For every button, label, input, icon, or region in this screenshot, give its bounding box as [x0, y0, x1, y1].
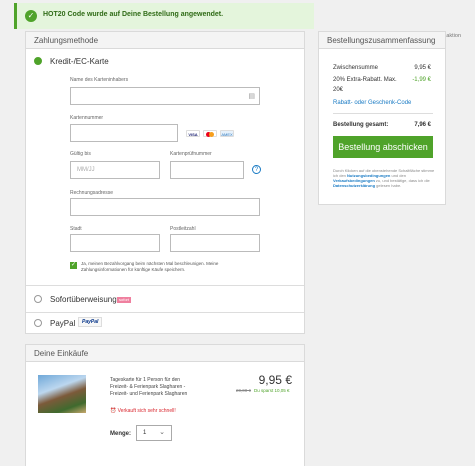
purchases-panel: Deine Einkäufe Tageskarte für 1 Person f…: [25, 344, 305, 466]
banner-message: HOT20 Code wurde auf Deine Bestellung an…: [43, 11, 224, 18]
subtotal-value: 9,95 €: [414, 65, 431, 71]
discount-label: 20% Extra-Rabatt. Max.: [333, 77, 397, 83]
old-price: 20,00 €: [236, 388, 252, 393]
sofort-logo: sofort: [117, 297, 132, 303]
amex-logo: AMEX: [220, 130, 234, 137]
savings: Du sparst 10,05 €: [254, 388, 290, 393]
product-image[interactable]: [38, 375, 86, 413]
subtotal-label: Zwischensumme: [333, 65, 379, 71]
card-number-input[interactable]: [70, 124, 178, 142]
sofort-radio[interactable]: [34, 295, 42, 303]
card-number-label: Kartennummer: [70, 115, 104, 121]
paypal-label[interactable]: PayPal: [50, 319, 75, 328]
save-payment-text: Ja, meinen Bezahlvorgang beim nächsten M…: [81, 261, 219, 272]
selling-fast: ⏰ Verkauft sich sehr schnell!: [110, 408, 176, 414]
expiry-input[interactable]: MM/JJ: [70, 161, 160, 179]
chevron-down-icon: ⌄: [159, 429, 165, 436]
privacy-link[interactable]: Datenschutzerklärung: [333, 183, 375, 188]
quantity-select[interactable]: 1 ⌄: [136, 425, 172, 441]
paypal-radio[interactable]: [34, 319, 42, 327]
coupon-link[interactable]: Rabatt- oder Geschenk-Code: [333, 100, 411, 106]
city-input[interactable]: [70, 234, 160, 252]
address-label: Rechnungsadresse: [70, 190, 114, 196]
check-icon: ✓: [25, 10, 37, 22]
quantity-label: Menge:: [110, 431, 131, 437]
discount-label-2: 20€: [333, 87, 344, 93]
discount-value: -1,99 €: [412, 77, 431, 83]
cardholder-label: Name des Karteninhabers: [70, 77, 129, 83]
paypal-logo: PayPal: [78, 317, 103, 327]
visa-logo: VISA: [186, 130, 200, 137]
purchases-title: Deine Einkäufe: [26, 345, 304, 362]
expiry-placeholder: MM/JJ: [77, 167, 95, 173]
quantity-value: 1: [143, 430, 147, 436]
expiry-label: Gültig bis: [70, 151, 91, 157]
mastercard-logo: [203, 130, 217, 137]
checkout-button[interactable]: Bestellung abschicken: [333, 136, 433, 158]
address-input[interactable]: [70, 198, 260, 216]
help-icon[interactable]: ?: [252, 165, 261, 174]
payment-title: Zahlungsmethode: [26, 32, 304, 49]
save-payment-checkbox[interactable]: ✓: [70, 262, 77, 269]
contact-card-icon: ▤: [248, 93, 255, 100]
zip-label: Postleitzahl: [170, 226, 196, 232]
total-label: Bestellung gesamt:: [333, 122, 389, 128]
legal-text: Durch Klicken auf die obenstehende Schal…: [333, 168, 435, 188]
cvc-label: Kartenprüfnummer: [170, 151, 212, 157]
product-price: 9,95 €: [258, 373, 292, 387]
credit-card-radio[interactable]: [34, 57, 42, 65]
cardholder-input[interactable]: ▤: [70, 87, 260, 105]
zip-input[interactable]: [170, 234, 260, 252]
summary-title: Bestellungszusammenfassung: [319, 32, 445, 49]
payment-panel: Zahlungsmethode Kredit-/EC-Karte Name de…: [25, 31, 305, 334]
sofort-label[interactable]: Sofortüberweisung: [50, 295, 117, 304]
credit-card-label[interactable]: Kredit-/EC-Karte: [50, 57, 109, 66]
product-title[interactable]: Tageskarte für 1 Person für den Freizeit…: [110, 377, 220, 398]
order-summary-panel: Bestellungszusammenfassung Zwischensumme…: [318, 31, 446, 205]
cvc-input[interactable]: [170, 161, 244, 179]
alarm-icon: ⏰: [110, 408, 117, 414]
city-label: Stadt: [70, 226, 82, 232]
success-banner: ✓ HOT20 Code wurde auf Deine Bestellung …: [14, 3, 314, 29]
total-value: 7,96 €: [414, 122, 431, 128]
